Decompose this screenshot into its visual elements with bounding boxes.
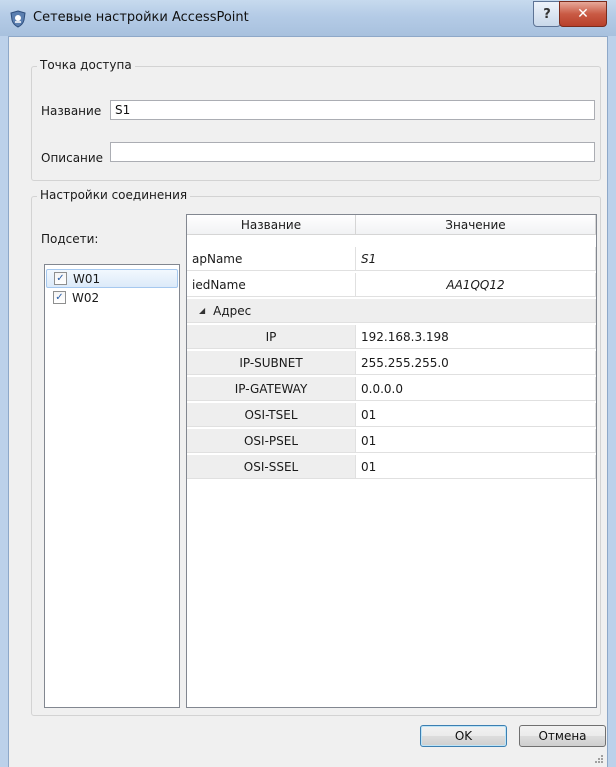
checkbox[interactable]: ✓ <box>54 272 67 285</box>
name-label: Название <box>41 104 102 118</box>
properties-table[interactable]: Название Значение apName S1 iedName AA1Q… <box>186 214 597 708</box>
description-label: Описание <box>41 151 104 165</box>
property-value[interactable]: 192.168.3.198 <box>356 325 596 349</box>
property-value[interactable]: 255.255.255.0 <box>356 351 596 375</box>
connection-settings-group-title: Настройки соединения <box>37 188 191 202</box>
subnets-label: Подсети: <box>41 232 99 246</box>
table-row[interactable]: OSI-SSEL 01 <box>187 455 596 479</box>
property-value[interactable]: AA1QQ12 <box>356 273 596 297</box>
close-button[interactable]: ✕ <box>559 1 607 27</box>
checkbox[interactable]: ✓ <box>53 291 66 304</box>
property-value[interactable]: 01 <box>356 403 596 427</box>
property-value[interactable]: 01 <box>356 429 596 453</box>
help-button[interactable]: ? <box>533 1 561 27</box>
list-item-label: W02 <box>72 290 100 305</box>
property-name: IP-GATEWAY <box>187 377 356 401</box>
property-name: OSI-SSEL <box>187 455 356 479</box>
shield-icon <box>10 10 26 28</box>
table-row[interactable]: OSI-TSEL 01 <box>187 403 596 427</box>
property-name: IP-SUBNET <box>187 351 356 375</box>
address-group-label: Адрес <box>213 303 252 318</box>
property-name: iedName <box>187 273 356 297</box>
table-row[interactable]: IP 192.168.3.198 <box>187 325 596 349</box>
resize-grip-icon[interactable] <box>594 754 604 764</box>
property-value[interactable]: 0.0.0.0 <box>356 377 596 401</box>
property-name: apName <box>187 247 356 271</box>
checkmark-icon: ✓ <box>55 292 64 303</box>
table-row[interactable]: iedName AA1QQ12 <box>187 273 596 297</box>
list-item[interactable]: ✓ W02 <box>46 288 178 307</box>
table-row[interactable]: IP-SUBNET 255.255.255.0 <box>187 351 596 375</box>
property-name: OSI-TSEL <box>187 403 356 427</box>
address-group-row[interactable]: ◢ Адрес <box>187 299 596 323</box>
table-row[interactable]: apName S1 <box>187 247 596 271</box>
property-name: IP <box>187 325 356 349</box>
address-group-cell[interactable]: ◢ Адрес <box>187 299 596 323</box>
table-row[interactable]: OSI-PSEL 01 <box>187 429 596 453</box>
access-point-group <box>31 66 601 181</box>
column-header-value[interactable]: Значение <box>356 215 596 235</box>
subnets-list[interactable]: ✓ W01 ✓ W02 <box>44 264 180 708</box>
column-header-name[interactable]: Название <box>187 215 356 235</box>
checkmark-icon: ✓ <box>56 273 65 284</box>
property-name: OSI-PSEL <box>187 429 356 453</box>
window-frame-left <box>0 36 9 767</box>
window-frame-right <box>607 36 616 767</box>
property-value[interactable]: S1 <box>356 247 596 271</box>
ok-button[interactable]: OK <box>420 725 507 747</box>
access-point-group-title: Точка доступа <box>37 58 135 72</box>
table-row[interactable]: IP-GATEWAY 0.0.0.0 <box>187 377 596 401</box>
expand-triangle-icon[interactable]: ◢ <box>199 306 205 315</box>
list-item[interactable]: ✓ W01 <box>46 269 178 288</box>
name-field[interactable]: S1 <box>110 100 595 120</box>
property-value[interactable]: 01 <box>356 455 596 479</box>
title-bar[interactable]: Сетевые настройки AccessPoint ? ✕ <box>0 0 616 37</box>
list-item-label: W01 <box>73 271 101 286</box>
window-title: Сетевые настройки AccessPoint <box>33 10 249 25</box>
description-field[interactable] <box>110 142 595 162</box>
cancel-button[interactable]: Отмена <box>519 725 606 747</box>
